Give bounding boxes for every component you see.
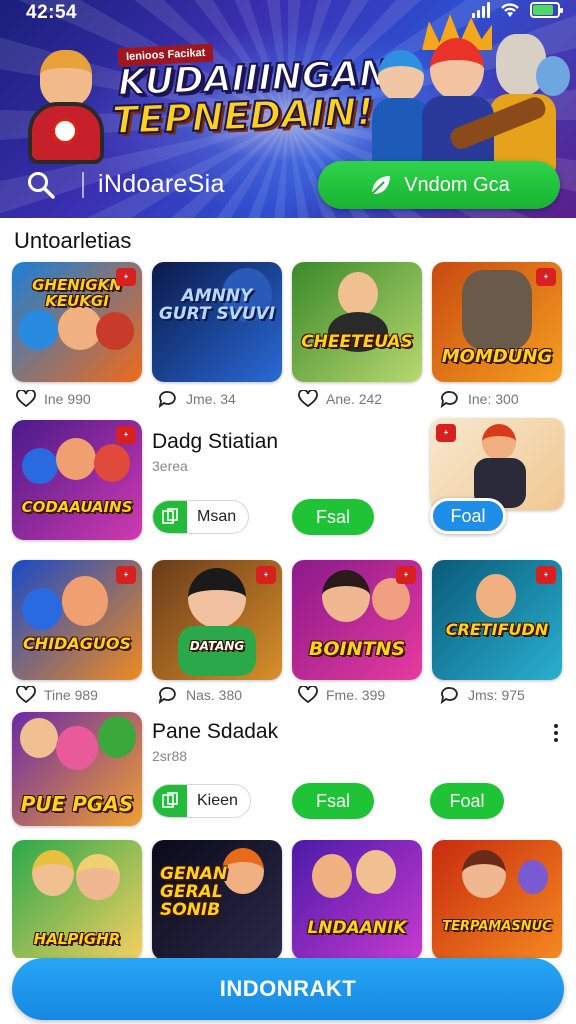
list-item[interactable]: CODAAUAINS + Dadg Stiatian 3erea Msan Fs… — [0, 418, 576, 548]
bar-title[interactable]: iNdoareSia — [98, 170, 225, 199]
game-tile[interactable]: MOMDUNG + — [432, 262, 562, 382]
game-tile[interactable]: DATANG + — [152, 560, 282, 680]
tile-title: CHIDAGUOS — [23, 634, 131, 653]
list-item-subtitle: 3erea — [152, 458, 188, 474]
list-item-title: Pane Sdadak — [152, 720, 279, 743]
game-tile[interactable]: CHIDAGUOS + — [12, 560, 142, 680]
content-area: Untoarletias GHENIGKN KEUKGI + AMNNY GUR… — [0, 218, 576, 958]
game-tile[interactable]: AMNNY GURT SVUVI — [152, 262, 282, 382]
tile-meta-text: Jms: 975 — [468, 687, 525, 703]
game-tile[interactable]: CHEETEUAS — [292, 262, 422, 382]
corner-badge: + — [536, 268, 556, 286]
game-grid-row-2: CHIDAGUOS + DATANG + BOINTNS + CRETIFUDN… — [12, 560, 572, 710]
tile-meta-text: Ine: 300 — [468, 391, 519, 407]
banner-search-bar: iNdoareSia Vndom Gca — [0, 158, 576, 218]
copy-icon — [153, 501, 187, 533]
chip-label: Kieen — [197, 792, 238, 809]
chat-icon — [158, 687, 176, 704]
tile-title: GENAN GERAL SONIB — [160, 864, 228, 920]
game-tile[interactable]: CRETIFUDN + — [432, 560, 562, 680]
corner-badge: + — [116, 566, 136, 584]
tile-meta[interactable]: Tine 989 — [16, 686, 98, 704]
game-tile[interactable]: + — [430, 418, 564, 510]
bottom-primary-button[interactable]: INDONRAKT — [12, 958, 564, 1020]
corner-badge: + — [116, 426, 136, 444]
action-pill-green[interactable]: Fsal — [292, 499, 374, 535]
corner-badge: + — [436, 424, 456, 442]
tile-meta-text: Fme. 399 — [326, 687, 386, 703]
chip-label: Msan — [197, 508, 237, 525]
tile-title: HALPIGHR — [33, 930, 121, 948]
hero-characters-right — [372, 8, 570, 178]
chip-button[interactable]: Msan — [152, 500, 250, 534]
search-icon[interactable] — [26, 170, 56, 200]
tile-meta-text: Nas. 380 — [186, 687, 243, 703]
tile-meta-text: Jme. 34 — [186, 391, 236, 407]
tile-title: TERPAMASNUC — [442, 919, 552, 934]
game-tile[interactable]: TERPAMASNUC — [432, 840, 562, 958]
copy-icon — [153, 785, 187, 817]
tile-title: MOMDUNG — [441, 346, 553, 367]
tile-meta[interactable]: Ine 990 — [16, 390, 91, 408]
tile-title: PUE PGAS — [20, 792, 134, 816]
tile-title: LNDAANIK — [307, 918, 407, 938]
hero-banner[interactable]: 42:54 Ienioos Facikat KUDAIIINGAN TEPNED… — [0, 0, 576, 218]
tile-meta[interactable]: Fme. 399 — [298, 686, 385, 704]
section-title: Untoarletias — [14, 228, 132, 253]
banner-cta-label: Vndom Gca — [404, 173, 510, 196]
corner-badge: + — [116, 268, 136, 286]
hero-character-left — [22, 46, 108, 166]
corner-badge: + — [536, 566, 556, 584]
game-tile[interactable]: GHENIGKN KEUKGI + — [12, 262, 142, 382]
action-pill-blue[interactable]: Foal — [430, 498, 506, 534]
list-item-title: Dadg Stiatian — [152, 430, 279, 453]
tile-meta[interactable]: Jme. 34 — [158, 390, 236, 408]
list-item[interactable]: PUE PGAS Pane Sdadak 2sr88 Kieen Fsal Fo… — [0, 712, 576, 842]
game-tile[interactable]: LNDAANIK — [292, 840, 422, 958]
status-time: 42:54 — [26, 2, 78, 23]
tile-meta[interactable]: Ane. 242 — [298, 390, 382, 408]
tile-title: CRETIFUDN — [445, 620, 549, 639]
tile-title: AMNNY GURT SVUVI — [158, 286, 276, 324]
list-item-subtitle: 2sr88 — [152, 748, 188, 764]
banner-title-line2: TEPNEDAIN! — [110, 88, 375, 143]
game-tile[interactable]: CODAAUAINS + — [12, 420, 142, 540]
chat-icon — [440, 687, 458, 704]
tile-title: CHEETEUAS — [301, 332, 413, 352]
chip-button[interactable]: Kieen — [152, 784, 251, 818]
heart-icon — [298, 390, 318, 408]
corner-badge: + — [396, 566, 416, 584]
game-tile[interactable]: HALPIGHR — [12, 840, 142, 958]
leaf-icon — [371, 176, 391, 195]
more-options-icon[interactable] — [552, 724, 560, 746]
heart-icon — [16, 686, 36, 704]
action-pill-green[interactable]: Fsal — [292, 783, 374, 819]
chat-icon — [440, 391, 458, 408]
heart-icon — [298, 686, 318, 704]
chat-icon — [158, 391, 176, 408]
game-tile[interactable]: BOINTNS + — [292, 560, 422, 680]
tile-meta[interactable]: Nas. 380 — [158, 686, 242, 704]
tile-meta[interactable]: Jms: 975 — [440, 686, 525, 704]
tile-meta[interactable]: Ine: 300 — [440, 390, 519, 408]
corner-badge: + — [256, 566, 276, 584]
tile-meta-text: Ane. 242 — [326, 391, 383, 407]
banner-cta-button[interactable]: Vndom Gca — [318, 161, 560, 209]
bottom-bar: INDONRAKT — [0, 958, 576, 1024]
tile-meta-text: Ine 990 — [44, 391, 91, 407]
game-tile[interactable]: PUE PGAS — [12, 712, 142, 826]
tile-title: CODAAUAINS — [21, 498, 133, 516]
action-pill-green-2[interactable]: Foal — [430, 783, 504, 819]
tile-title: DATANG — [189, 639, 245, 653]
tile-title: BOINTNS — [308, 638, 406, 660]
tile-meta-text: Tine 989 — [44, 687, 98, 703]
heart-icon — [16, 390, 36, 408]
game-grid-row-3: HALPIGHR GENAN GERAL SONIB LNDAANIK TERP… — [12, 840, 572, 958]
game-tile[interactable]: GENAN GERAL SONIB — [152, 840, 282, 958]
game-grid-row-1: GHENIGKN KEUKGI + AMNNY GURT SVUVI CHEET… — [12, 262, 572, 412]
bar-divider — [82, 172, 84, 198]
